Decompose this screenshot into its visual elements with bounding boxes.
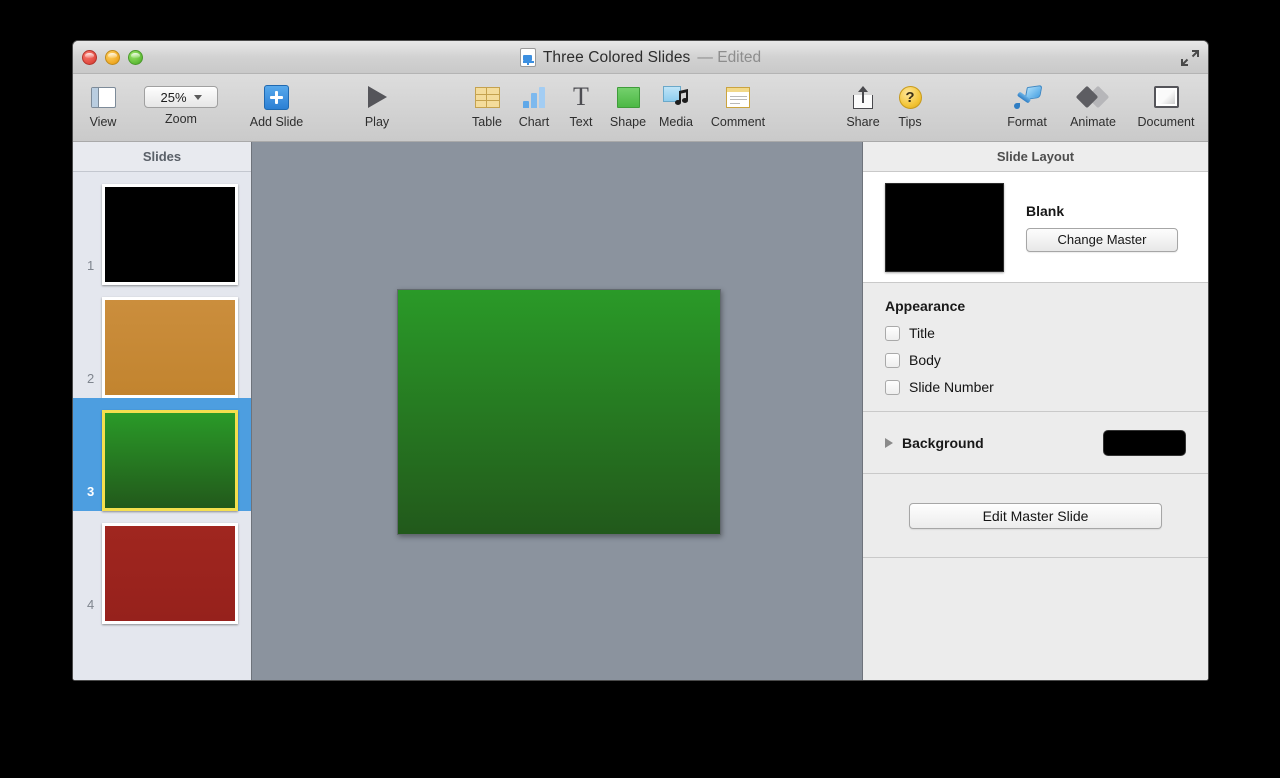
toolbar-comment-button[interactable]: Comment	[693, 80, 783, 129]
keynote-window: Three Colored Slides — Edited View 25% Z…	[72, 40, 1209, 681]
toolbar-animate-button[interactable]: Animate	[1058, 80, 1128, 129]
slide-number-1: 1	[87, 258, 95, 273]
slide-thumbnail-4[interactable]	[102, 523, 238, 624]
slide-number-2: 2	[87, 371, 95, 386]
toolbar-shape-label: Shape	[609, 115, 647, 129]
document-title: Three Colored Slides	[542, 48, 691, 66]
animate-diamonds-icon	[1075, 80, 1110, 114]
window-title: Three Colored Slides — Edited	[73, 41, 1208, 74]
appearance-title: Appearance	[885, 298, 966, 314]
toolbar-tips-label: Tips	[898, 115, 922, 129]
slide-navigator: Slides 1 2 3 4	[73, 142, 252, 680]
appearance-option-slide-number[interactable]: Slide Number	[885, 379, 1208, 395]
appearance-option-body[interactable]: Body	[885, 352, 1208, 368]
current-slide[interactable]	[397, 289, 721, 535]
toolbar-view-label: View	[89, 115, 117, 129]
checkbox-title[interactable]	[885, 325, 900, 341]
slide-thumbnail-row-4[interactable]: 4	[73, 511, 251, 624]
toolbar-format-button[interactable]: Format	[997, 80, 1057, 129]
disclosure-triangle-icon[interactable]	[885, 437, 893, 448]
chart-bars-icon	[522, 80, 547, 114]
slide-thumbnail-row-3[interactable]: 3	[73, 398, 251, 511]
toolbar-add-slide-label: Add Slide	[249, 115, 304, 129]
toolbar: View 25% Zoom Add Slide Play Table Chart…	[73, 74, 1208, 142]
layout-name-label: Blank	[1026, 202, 1065, 219]
checkbox-body[interactable]	[885, 352, 900, 368]
slide-canvas[interactable]	[252, 142, 863, 680]
toolbar-chart-label: Chart	[518, 115, 550, 129]
toolbar-play-label: Play	[364, 115, 390, 129]
inspector-header: Slide Layout	[863, 142, 1208, 172]
media-photo-note-icon	[662, 80, 690, 114]
change-master-button[interactable]: Change Master	[1026, 227, 1178, 252]
background-label: Background	[902, 434, 984, 451]
toolbar-zoom-label: Zoom	[165, 112, 197, 126]
format-brush-icon	[1013, 80, 1042, 114]
toolbar-format-label: Format	[1007, 115, 1047, 129]
toolbar-add-slide-button[interactable]: Add Slide	[224, 80, 329, 129]
fullscreen-expand-icon[interactable]	[1179, 48, 1201, 68]
checkbox-slide-number-label: Slide Number	[909, 379, 994, 395]
toolbar-comment-label: Comment	[710, 115, 766, 129]
toolbar-text-label: Text	[569, 115, 593, 129]
slide-thumbnail-row-1[interactable]: 1	[73, 172, 251, 285]
zoom-value: 25%	[160, 89, 187, 105]
view-sidebar-icon	[90, 80, 116, 114]
inspector-panel: Slide Layout Blank Change Master Appeara…	[863, 142, 1208, 680]
slide-number-3: 3	[87, 484, 95, 499]
titlebar: Three Colored Slides — Edited	[73, 41, 1208, 74]
toolbar-media-label: Media	[658, 115, 694, 129]
toolbar-share-label: Share	[846, 115, 880, 129]
toolbar-view-button[interactable]: View	[73, 80, 133, 129]
share-arrow-icon	[853, 80, 873, 114]
background-color-swatch[interactable]	[1103, 429, 1186, 456]
toolbar-tips-button[interactable]: ? Tips	[880, 80, 940, 129]
slide-thumbnail-2[interactable]	[102, 297, 238, 398]
checkbox-slide-number[interactable]	[885, 379, 900, 395]
comment-note-icon	[726, 80, 750, 114]
slide-thumbnail-3[interactable]	[102, 410, 238, 511]
toolbar-document-label: Document	[1137, 115, 1195, 129]
toolbar-document-button[interactable]: Document	[1126, 80, 1206, 129]
toolbar-animate-label: Animate	[1070, 115, 1116, 129]
toolbar-play-button[interactable]: Play	[347, 80, 407, 129]
checkbox-body-label: Body	[909, 352, 941, 368]
chevron-down-icon	[193, 94, 202, 100]
play-triangle-icon	[367, 80, 387, 114]
tips-question-icon: ?	[898, 80, 922, 114]
table-grid-icon	[474, 80, 500, 114]
master-slide-section: Edit Master Slide	[863, 474, 1208, 558]
slide-number-4: 4	[87, 597, 95, 612]
layout-info: Blank Change Master	[1026, 203, 1178, 252]
appearance-option-title[interactable]: Title	[885, 325, 1208, 341]
checkbox-title-label: Title	[909, 325, 935, 341]
toolbar-table-label: Table	[472, 115, 502, 129]
keynote-document-icon	[519, 48, 536, 67]
add-slide-plus-icon	[264, 80, 289, 114]
toolbar-zoom-control[interactable]: 25% Zoom	[136, 80, 226, 126]
master-slide-thumbnail[interactable]	[885, 182, 1004, 272]
slides-panel-header: Slides	[73, 142, 251, 172]
document-window-icon	[1153, 80, 1179, 114]
main-content: Slides 1 2 3 4 Slide Layout Blank Change…	[73, 142, 1208, 680]
shape-square-icon	[616, 80, 640, 114]
text-t-icon: T	[573, 82, 589, 111]
zoom-select[interactable]: 25%	[144, 86, 218, 108]
background-section[interactable]: Background	[863, 412, 1208, 474]
document-edited-status: — Edited	[697, 48, 762, 66]
appearance-section: Appearance Title Body Slide Number	[863, 283, 1208, 412]
slide-thumbnail-1[interactable]	[102, 184, 238, 285]
edit-master-slide-button[interactable]: Edit Master Slide	[909, 502, 1162, 529]
slide-thumbnail-row-2[interactable]: 2	[73, 285, 251, 398]
slide-layout-section: Blank Change Master	[863, 172, 1208, 283]
